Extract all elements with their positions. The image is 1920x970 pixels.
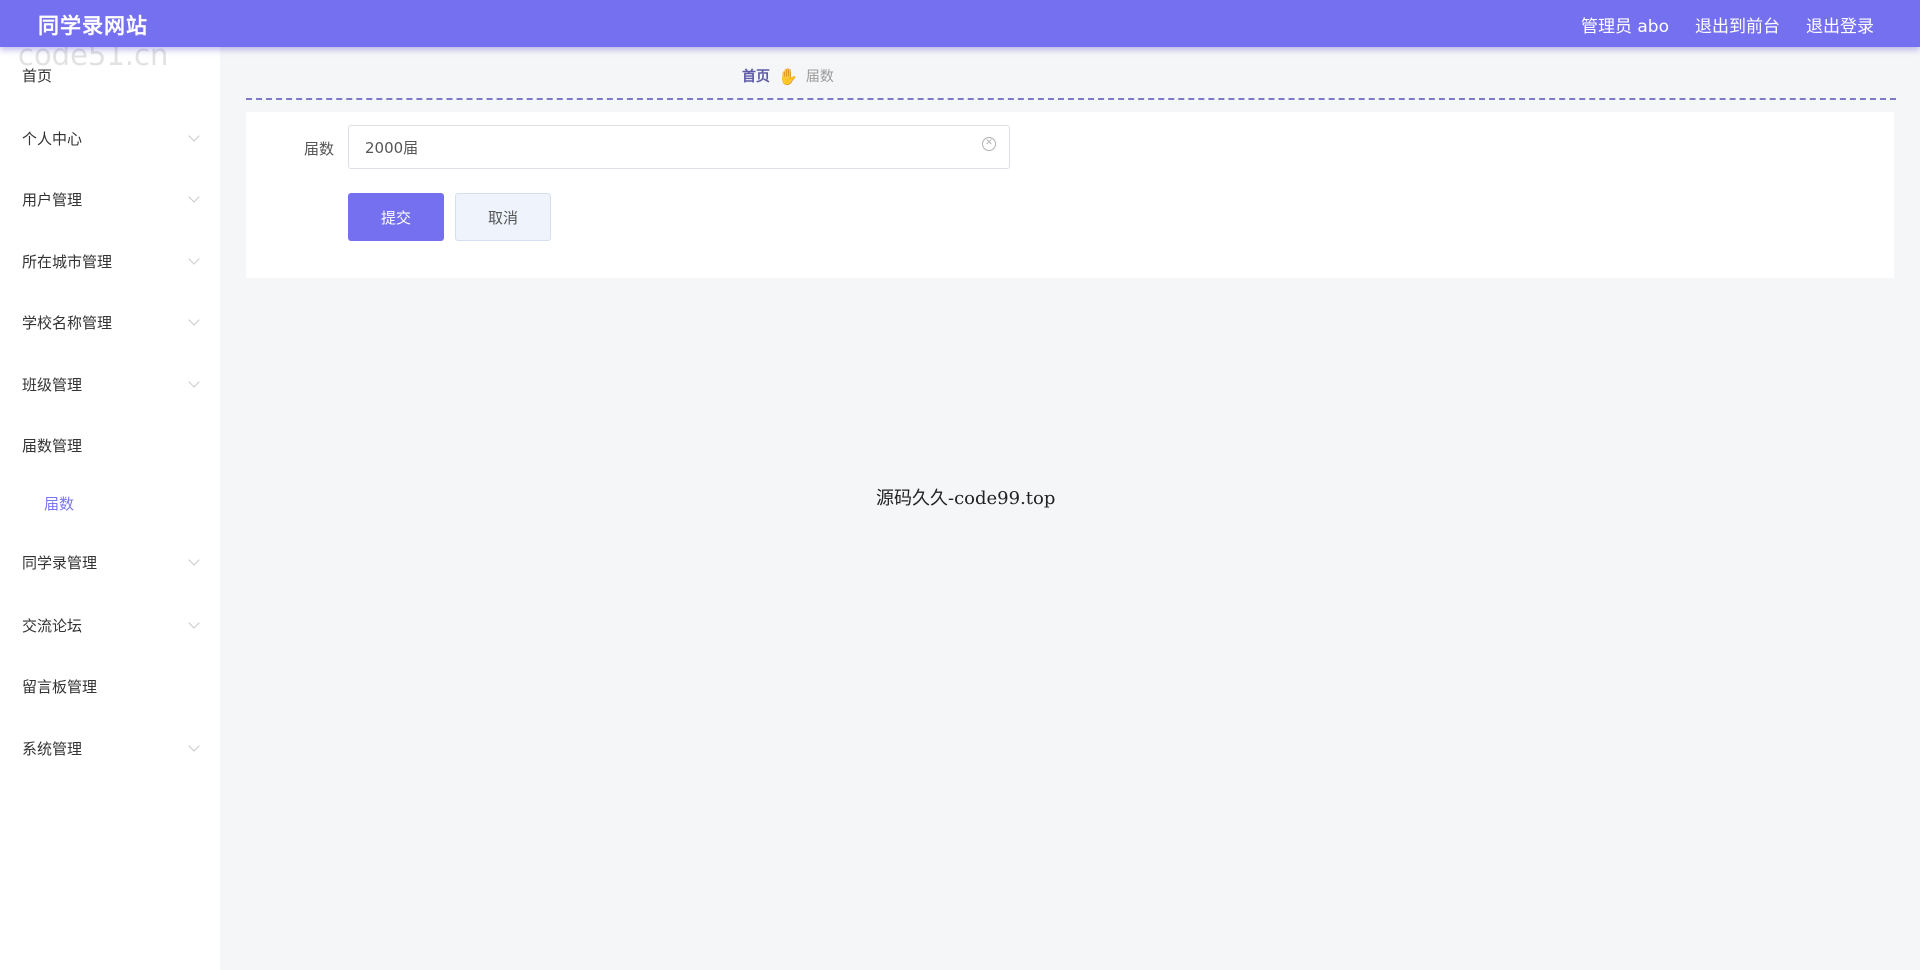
sidebar-subitem-label: 届数 — [44, 494, 75, 513]
sidebar-item-user-management[interactable]: 用户管理 — [0, 179, 220, 219]
sidebar-item-home[interactable]: 首页 — [0, 55, 220, 95]
chevron-down-icon — [188, 191, 200, 203]
chevron-down-icon — [188, 130, 200, 142]
logout-link[interactable]: 退出登录 — [1806, 12, 1874, 37]
header-divider — [246, 98, 1896, 100]
chevron-down-icon — [188, 617, 200, 629]
sidebar-item-label: 届数管理 — [22, 436, 83, 455]
sidebar-item-label: 留言板管理 — [22, 677, 98, 696]
sidebar-item-system-management[interactable]: 系统管理 — [0, 728, 220, 768]
sidebar-item-label: 交流论坛 — [22, 616, 83, 635]
front-end-link[interactable]: 退出到前台 — [1695, 12, 1780, 37]
sidebar-item-label: 个人中心 — [22, 129, 83, 148]
header-actions: 管理员 abo 退出到前台 退出登录 — [1555, 12, 1874, 37]
chevron-down-icon — [188, 554, 200, 566]
top-header: 同学录网站 管理员 abo 退出到前台 退出登录 — [0, 0, 1920, 47]
submit-button[interactable]: 提交 — [348, 193, 444, 241]
sidebar-item-message-board[interactable]: 留言板管理 — [0, 666, 220, 706]
sidebar-item-label: 同学录管理 — [22, 553, 98, 572]
site-title: 同学录网站 — [38, 14, 148, 38]
sidebar-item-school-management[interactable]: 学校名称管理 — [0, 302, 220, 342]
cancel-button[interactable]: 取消 — [455, 193, 551, 241]
sidebar-item-label: 班级管理 — [22, 375, 83, 394]
edit-form-card: 届数 ✕ 提交 取消 — [246, 112, 1894, 278]
sidebar-item-label: 所在城市管理 — [22, 252, 113, 271]
footer-source-text: 源码久久-code99.top — [876, 488, 1056, 509]
sidebar-subitem-session[interactable]: 届数 — [0, 486, 220, 520]
chevron-down-icon — [188, 376, 200, 388]
session-field-label: 届数 — [304, 140, 335, 158]
session-input[interactable] — [348, 125, 1010, 169]
sidebar-item-session-management[interactable]: 届数管理 — [0, 425, 220, 465]
sidebar-item-forum[interactable]: 交流论坛 — [0, 605, 220, 645]
sidebar-item-label: 首页 — [22, 66, 53, 85]
breadcrumb-home[interactable]: 首页 — [742, 66, 770, 86]
sidebar-item-label: 用户管理 — [22, 190, 83, 209]
sidebar-item-class-management[interactable]: 班级管理 — [0, 364, 220, 404]
admin-user-label: 管理员 abo — [1580, 17, 1669, 37]
breadcrumb-current: 届数 — [805, 69, 834, 85]
sidebar-menu: 首页 个人中心 用户管理 所在城市管理 学校名称管理 班级管理 届数管理 届数 … — [0, 47, 220, 970]
sidebar-item-classmates-management[interactable]: 同学录管理 — [0, 542, 220, 582]
sidebar-item-label: 系统管理 — [22, 739, 83, 758]
sidebar-item-personal-center[interactable]: 个人中心 — [0, 118, 220, 158]
hand-icon: ✋ — [778, 66, 798, 86]
circle-x-icon[interactable]: ✕ — [982, 137, 996, 151]
breadcrumb: 首页 ✋ 届数 — [742, 66, 834, 86]
sidebar-item-city-management[interactable]: 所在城市管理 — [0, 241, 220, 281]
chevron-down-icon — [188, 740, 200, 752]
chevron-down-icon — [188, 314, 200, 326]
chevron-down-icon — [188, 253, 200, 265]
sidebar-item-label: 学校名称管理 — [22, 313, 113, 332]
